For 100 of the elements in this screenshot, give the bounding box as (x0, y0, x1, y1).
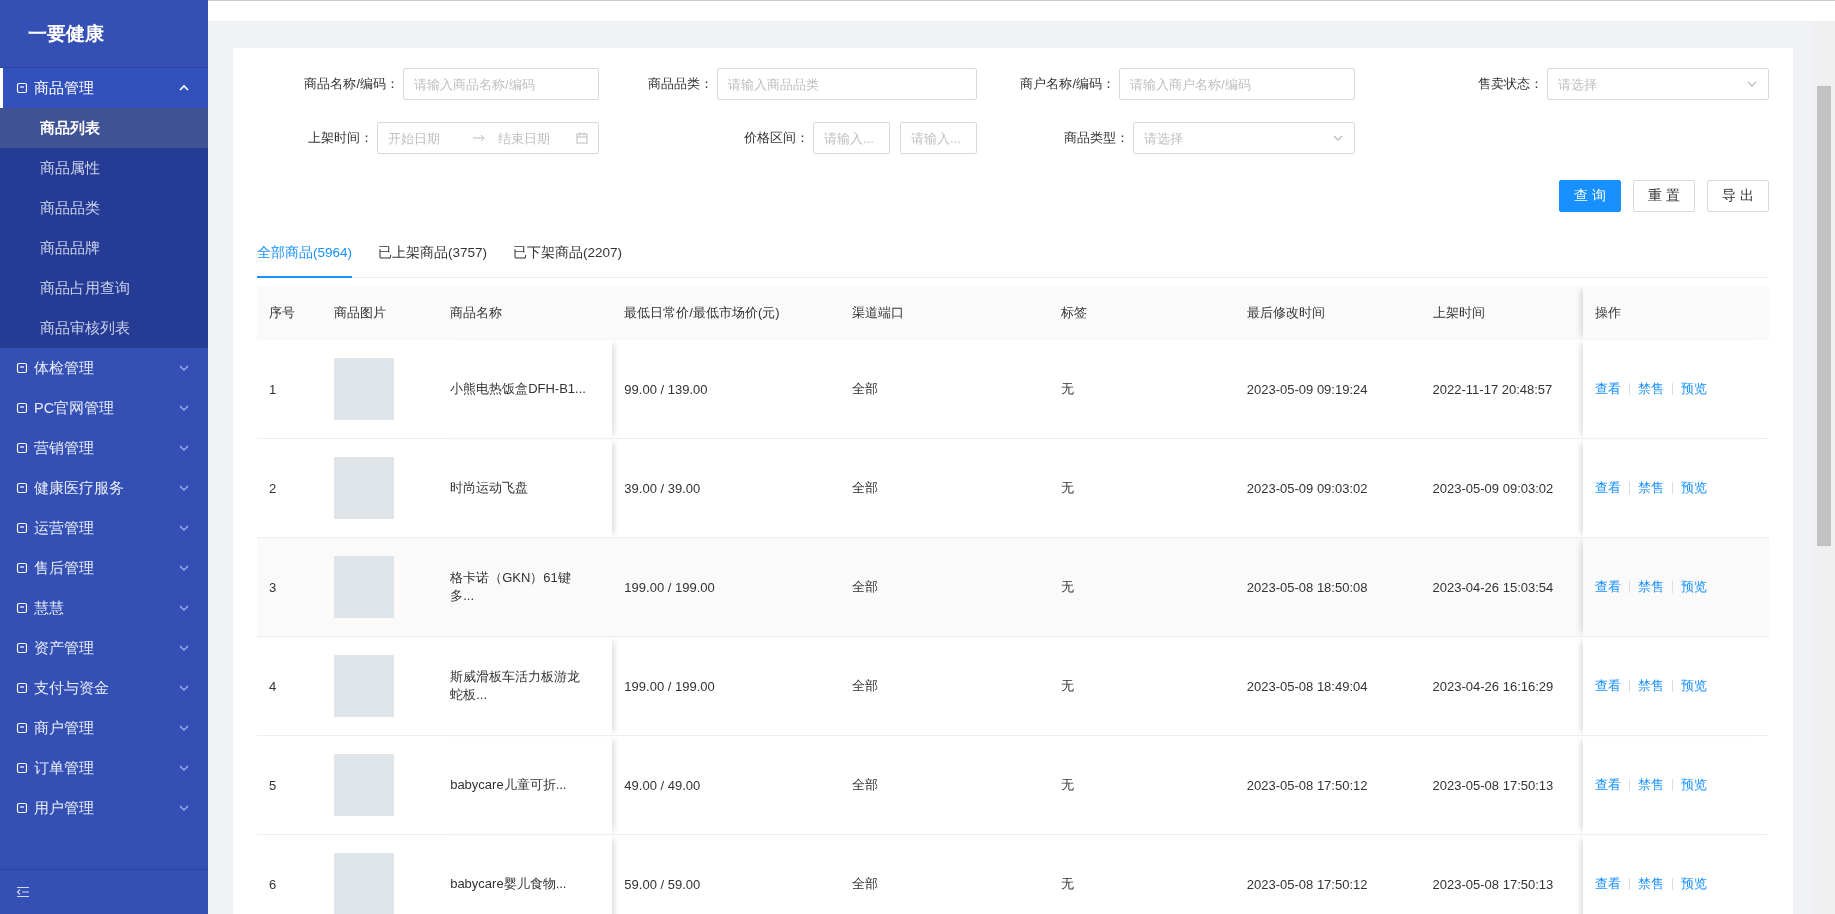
row-action-link[interactable]: 查看 (1595, 479, 1622, 497)
submenu-item[interactable]: 商品品牌 (0, 228, 208, 268)
listed-time-cell: 2023-05-08 17:50:13 (1420, 735, 1584, 835)
filter-tab[interactable]: 已下架商品(2207) (513, 232, 623, 278)
row-action-link[interactable]: 禁售 (1638, 875, 1665, 893)
action-button[interactable]: 查 询 (1559, 180, 1622, 212)
sidebar-menu-item[interactable]: 商品管理 (0, 68, 208, 108)
price-cell: 199.00 / 199.00 (612, 636, 840, 736)
product-name-cell: 格卡诺（GKN）61键多... (438, 537, 613, 637)
menu-square-icon (16, 482, 28, 494)
filter-tab[interactable]: 已上架商品(3757) (378, 232, 488, 278)
modified-time-cell: 2023-05-08 17:50:12 (1234, 735, 1421, 835)
tag-cell: 无 (1049, 834, 1235, 914)
filter-label: 商品类型： (1064, 129, 1129, 147)
menu-square-icon (16, 522, 28, 534)
product-photo-placeholder (334, 358, 395, 420)
column-header: 序号 (257, 286, 323, 340)
sidebar-menu-item[interactable]: 支付与资金 (0, 668, 208, 708)
row-action-link[interactable]: 禁售 (1638, 776, 1665, 794)
menu-square-icon (16, 82, 28, 94)
product-photo-placeholder (334, 556, 395, 618)
row-action-link[interactable]: 禁售 (1638, 578, 1665, 596)
row-action-link[interactable]: 预览 (1681, 677, 1708, 695)
tag-cell: 无 (1049, 735, 1235, 835)
row-action-link[interactable]: 查看 (1595, 875, 1622, 893)
sidebar-menu-item[interactable]: 用户管理 (0, 788, 208, 828)
date-range-field[interactable]: 开始日期 结束日期 (377, 122, 599, 154)
product-photo-placeholder (334, 655, 395, 717)
tag-cell: 无 (1049, 537, 1235, 637)
channel-cell: 全部 (839, 735, 1049, 835)
scrollbar-thumb[interactable] (1817, 86, 1831, 546)
listed-time-cell: 2023-04-26 15:03:54 (1420, 537, 1584, 637)
action-button[interactable]: 重 置 (1633, 180, 1696, 212)
modified-time-cell: 2023-05-09 09:19:24 (1234, 340, 1421, 439)
sidebar-menu-item[interactable]: 营销管理 (0, 428, 208, 468)
column-header: 商品名称 (438, 286, 613, 340)
row-number-cell: 2 (257, 438, 323, 538)
filter-tab[interactable]: 全部商品(5964) (257, 232, 353, 278)
column-header: 操作 (1583, 286, 1769, 340)
channel-cell: 全部 (839, 340, 1049, 439)
min-price-field[interactable]: 请输入... (813, 122, 890, 154)
sidebar-menu-item[interactable]: 健康医疗服务 (0, 468, 208, 508)
listed-time-cell: 2022-11-17 20:48:57 (1420, 340, 1584, 439)
row-action-link[interactable]: 禁售 (1638, 479, 1665, 497)
column-header: 标签 (1049, 286, 1235, 340)
row-number-cell: 6 (257, 834, 323, 914)
select-input[interactable]: 请选择 (1558, 76, 1746, 92)
calendar-icon (576, 132, 588, 144)
row-action-link[interactable]: 预览 (1681, 479, 1708, 497)
row-action-link[interactable]: 预览 (1681, 380, 1708, 398)
row-action-link[interactable]: 查看 (1595, 677, 1622, 695)
menu-square-icon (16, 722, 28, 734)
price-cell: 199.00 / 199.00 (612, 537, 840, 637)
product-photo-placeholder (334, 457, 395, 519)
row-action-link[interactable]: 预览 (1681, 578, 1708, 596)
collapse-menu-icon (16, 886, 30, 898)
modified-time-cell: 2023-05-08 18:50:08 (1234, 537, 1421, 637)
sidebar-menu-item[interactable]: 资产管理 (0, 628, 208, 668)
action-button[interactable]: 导 出 (1707, 180, 1769, 212)
column-header: 上架时间 (1420, 286, 1584, 340)
sidebar-menu-item[interactable]: 体检管理 (0, 348, 208, 388)
text-input-field[interactable]: 请输入商户名称/编码 (1119, 68, 1355, 100)
start-date-input[interactable]: 开始日期 (388, 130, 464, 146)
row-action-link[interactable]: 预览 (1681, 776, 1708, 794)
submenu-item[interactable]: 商品品类 (0, 188, 208, 228)
channel-cell: 全部 (839, 537, 1049, 637)
text-input-field[interactable]: 请输入商品名称/编码 (403, 68, 599, 100)
row-number-cell: 5 (257, 735, 323, 835)
row-action-link[interactable]: 禁售 (1638, 380, 1665, 398)
select-field[interactable]: 请选择 (1547, 68, 1769, 100)
menu-square-icon (16, 802, 28, 814)
menu-square-icon (16, 362, 28, 374)
product-photo-placeholder (334, 754, 395, 816)
row-action-link[interactable]: 查看 (1595, 776, 1622, 794)
sidebar-menu-item[interactable]: 运营管理 (0, 508, 208, 548)
text-input-field[interactable]: 请输入商品品类 (717, 68, 977, 100)
sidebar-menu-item[interactable]: 售后管理 (0, 548, 208, 588)
row-action-link[interactable]: 禁售 (1638, 677, 1665, 695)
sidebar-menu-item[interactable]: 慧慧 (0, 588, 208, 628)
menu-square-icon (16, 762, 28, 774)
select-field[interactable]: 请选择 (1133, 122, 1355, 154)
submenu-item[interactable]: 商品列表 (0, 108, 208, 148)
arrow-right-icon (472, 133, 486, 143)
row-action-link[interactable]: 查看 (1595, 578, 1622, 596)
modified-time-cell: 2023-05-08 17:50:12 (1234, 834, 1421, 914)
sidebar-menu-item[interactable]: 商户管理 (0, 708, 208, 748)
sidebar-menu-item[interactable]: PC官网管理 (0, 388, 208, 428)
price-cell: 49.00 / 49.00 (612, 735, 840, 835)
row-action-link[interactable]: 预览 (1681, 875, 1708, 893)
submenu-item[interactable]: 商品审核列表 (0, 308, 208, 348)
filter-label: 商品品类： (648, 75, 713, 93)
submenu-item[interactable]: 商品属性 (0, 148, 208, 188)
row-action-link[interactable]: 查看 (1595, 380, 1622, 398)
max-price-field[interactable]: 请输入... (900, 122, 977, 154)
select-input[interactable]: 请选择 (1144, 130, 1332, 146)
channel-cell: 全部 (839, 834, 1049, 914)
end-date-input[interactable]: 结束日期 (498, 130, 570, 146)
product-name-cell: babycare儿童可折... (438, 735, 613, 835)
submenu-item[interactable]: 商品占用查询 (0, 268, 208, 308)
sidebar-menu-item[interactable]: 订单管理 (0, 748, 208, 788)
